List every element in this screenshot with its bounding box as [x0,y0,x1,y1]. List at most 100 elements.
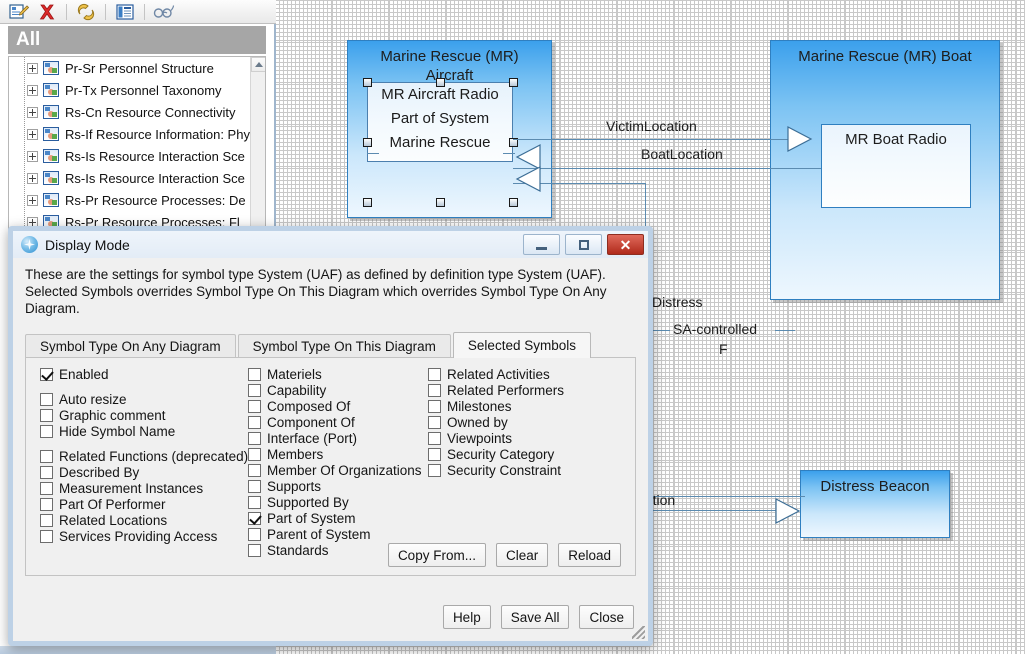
checkbox-icon[interactable] [40,513,53,527]
checkbox-row[interactable]: Services Providing Access [40,528,248,544]
checkbox-icon[interactable] [40,497,53,511]
reload-button[interactable]: Reload [558,543,621,567]
tree-item[interactable]: Rs-If Resource Information: Phy [9,123,252,145]
tree-list[interactable]: Pr-Sr Personnel Structure Pr-Tx Personnel… [9,57,252,233]
tree-item[interactable]: Rs-Cn Resource Connectivity [9,101,252,123]
save-all-button[interactable]: Save All [500,605,570,629]
checkbox-row[interactable]: Interface (Port) [248,430,422,446]
checkbox-icon[interactable] [248,367,261,381]
checkbox-row[interactable]: Member Of Organizations [248,462,422,478]
checkbox-icon[interactable] [248,431,261,445]
checkbox-row[interactable]: Part Of Performer [40,496,248,512]
checkbox-icon[interactable] [248,447,261,461]
selection-handle-n[interactable] [436,78,445,87]
edit-properties-icon[interactable] [6,1,32,23]
checkbox-row[interactable]: Enabled [40,366,248,382]
checkbox-row[interactable]: Composed Of [248,398,422,414]
help-button[interactable]: Help [442,605,491,629]
close-dialog-button[interactable]: Close [579,605,634,629]
checkbox-row[interactable]: Viewpoints [428,430,564,446]
minimize-button[interactable] [523,234,560,255]
checkbox-row[interactable]: Component Of [248,414,422,430]
main-toolbar[interactable] [0,0,276,24]
checkbox-icon[interactable] [248,383,261,397]
window-button-group[interactable]: ✕ [523,234,644,255]
checkbox-icon[interactable] [248,399,261,413]
expand-icon[interactable] [27,62,38,74]
checkbox-icon[interactable] [428,463,441,477]
maximize-button[interactable] [565,234,602,255]
checkbox-row[interactable]: Related Functions (deprecated) [40,448,248,464]
resize-grip[interactable] [632,626,645,639]
panel-button-row[interactable]: Copy From... Clear Reload [387,543,621,567]
close-button[interactable]: ✕ [607,234,644,255]
checkbox-row[interactable]: Milestones [428,398,564,414]
checkbox-icon[interactable] [248,479,261,493]
expand-icon[interactable] [27,106,38,118]
checkbox-row[interactable]: Part of System [248,510,422,526]
tab-symbol-type-on-any-diagram[interactable]: Symbol Type On Any Diagram [25,334,236,358]
link-icon[interactable] [73,1,99,23]
checkbox-icon[interactable] [40,424,53,438]
checkbox-icon[interactable] [428,447,441,461]
checkbox-icon[interactable] [248,527,261,541]
expand-icon[interactable] [27,172,38,184]
checkbox-row[interactable]: Parent of System [248,526,422,542]
checkbox-icon[interactable] [248,463,261,477]
selection-handle-nw[interactable] [363,78,372,87]
checkbox-row[interactable]: Described By [40,464,248,480]
expand-icon[interactable] [27,84,38,96]
selection-handle-s[interactable] [436,198,445,207]
tree-container[interactable]: Pr-Sr Personnel Structure Pr-Tx Personnel… [8,56,266,254]
checkbox-icon[interactable] [248,495,261,509]
checkbox-row[interactable]: Related Locations [40,512,248,528]
selection-handle-se[interactable] [509,198,518,207]
tree-item[interactable]: Rs-Is Resource Interaction Sce [9,167,252,189]
dialog-tabs[interactable]: Symbol Type On Any Diagram Symbol Type On… [25,332,636,358]
checkbox-column-2[interactable]: Materiels Capability Composed Of Component … [248,366,422,558]
part-mr-boat-radio[interactable]: MR Boat Radio [821,124,971,208]
tab-selected-symbols[interactable]: Selected Symbols [452,332,591,358]
copy-from-button[interactable]: Copy From... [387,543,486,567]
tree-item[interactable]: Pr-Tx Personnel Taxonomy [9,79,252,101]
checkbox-row[interactable]: Auto resize [40,391,248,407]
display-mode-dialog[interactable]: Display Mode ✕ These are the settings fo… [8,226,653,646]
checkbox-icon[interactable] [248,415,261,429]
expand-icon[interactable] [27,150,38,162]
checkbox-row[interactable]: Materiels [248,366,422,382]
clear-button[interactable]: Clear [495,543,549,567]
block-distress-beacon[interactable]: Distress Beacon [800,470,950,538]
checkbox-icon[interactable] [40,449,53,463]
checkbox-row[interactable]: Capability [248,382,422,398]
report-icon[interactable] [112,1,138,23]
delete-icon[interactable] [34,1,60,23]
connector-victim-location[interactable] [513,139,791,140]
checkbox-icon[interactable] [428,383,441,397]
checkbox-checked-icon[interactable] [40,367,53,381]
checkbox-icon[interactable] [428,431,441,445]
tab-symbol-type-on-this-diagram[interactable]: Symbol Type On This Diagram [237,334,451,358]
tree-item[interactable]: Pr-Sr Personnel Structure [9,57,252,79]
checkbox-row[interactable]: Security Constraint [428,462,564,478]
checkbox-icon[interactable] [40,392,53,406]
checkbox-row[interactable]: Supported By [248,494,422,510]
checkbox-icon[interactable] [40,529,53,543]
checkbox-row[interactable]: Security Category [428,446,564,462]
connector-boat-location[interactable] [513,168,821,169]
checkbox-icon[interactable] [248,543,261,557]
dialog-title-bar[interactable]: Display Mode ✕ [13,231,648,258]
checkbox-icon[interactable] [428,399,441,413]
checkbox-row[interactable]: Related Performers [428,382,564,398]
checkbox-icon[interactable] [40,481,53,495]
checkbox-checked-icon[interactable] [248,511,261,525]
glasses-icon[interactable] [151,1,177,23]
checkbox-row[interactable]: Owned by [428,414,564,430]
checkbox-icon[interactable] [428,367,441,381]
checkbox-icon[interactable] [40,408,53,422]
selected-part-mr-aircraft-radio[interactable]: MR Aircraft Radio Part of System Marine … [367,82,513,162]
expand-icon[interactable] [27,128,38,140]
checkbox-icon[interactable] [428,415,441,429]
checkbox-row[interactable]: Measurement Instances [40,480,248,496]
checkbox-row[interactable]: Members [248,446,422,462]
expand-icon[interactable] [27,194,38,206]
